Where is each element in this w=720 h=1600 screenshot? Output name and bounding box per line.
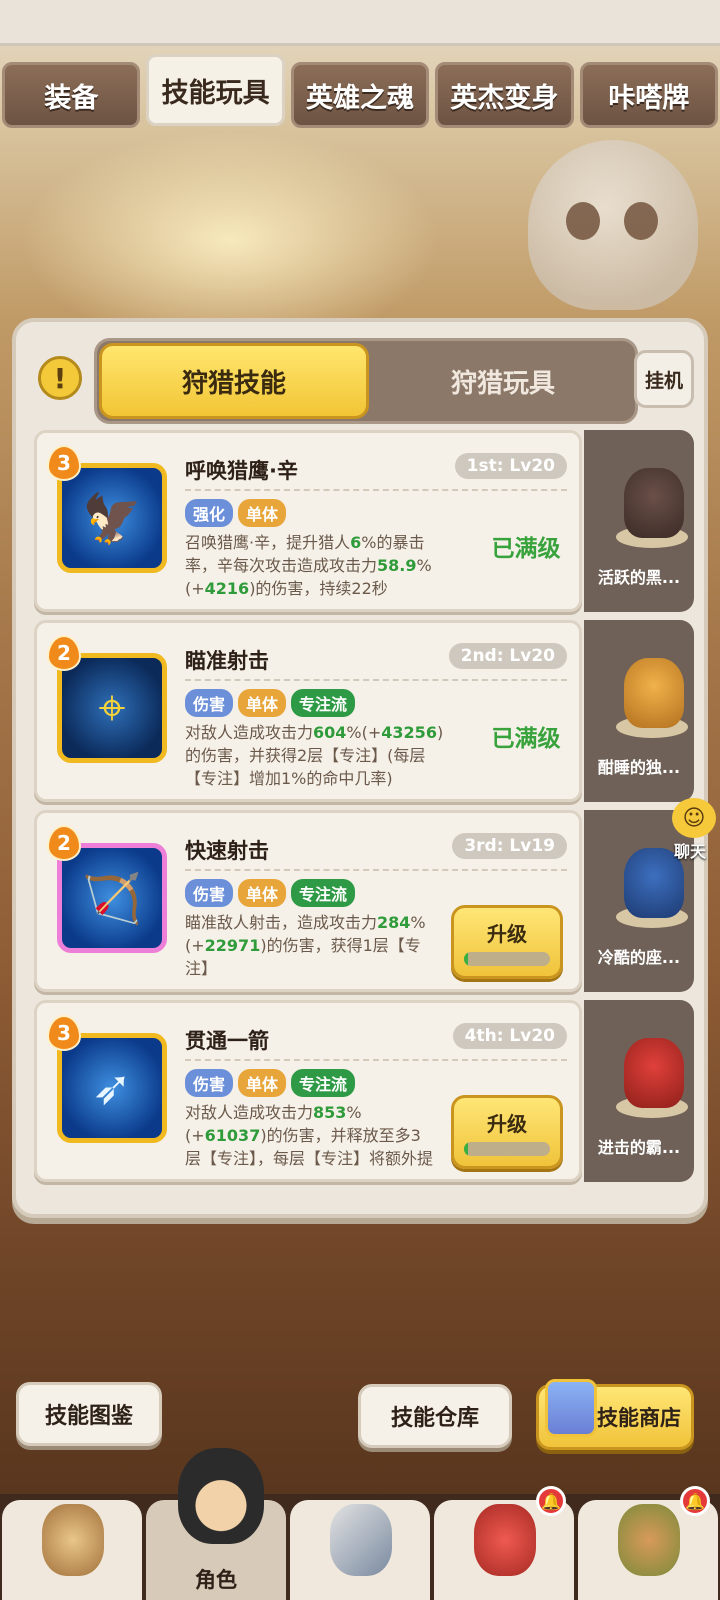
divider <box>185 679 567 681</box>
idle-button[interactable]: 挂机 <box>634 350 694 408</box>
weapon-icon <box>330 1504 392 1576</box>
top-tabs: 装备 技能玩具 英雄之魂 英杰变身 咔嗒牌 <box>2 54 719 132</box>
skill-tag: 伤害 <box>185 879 234 907</box>
falcon-icon: 🦅 <box>57 463 167 573</box>
pet-name: 活跃的黑... <box>597 568 681 587</box>
chat-button[interactable]: ☺ 聊天 <box>660 798 720 862</box>
skill-tag: 伤害 <box>185 1069 234 1097</box>
skill-codex-button[interactable]: 技能图鉴 <box>16 1382 162 1446</box>
nav-item-totem[interactable]: 🔔 <box>578 1486 718 1600</box>
segment-control: 狩猎技能 狩猎玩具 <box>94 338 638 424</box>
skill-shop-button[interactable]: 技能商店 <box>536 1379 694 1450</box>
divider <box>185 869 567 871</box>
skill-row: 3 🦅 呼唤猎鹰·辛 1st: Lv20 强化 单体 召唤猎鹰·辛，提升猎人6%… <box>34 430 694 612</box>
bottom-nav: 角色 🔔 🔔 <box>0 1486 720 1600</box>
skill-description: 对敌人造成攻击力853%(+61037)的伤害，并释放至多3层【专注】，每层【专… <box>185 1103 434 1173</box>
rank-badge: 2 <box>47 825 81 861</box>
rank-badge: 3 <box>47 1015 81 1051</box>
skill-tag: 单体 <box>238 499 287 527</box>
skill-tags: 强化 单体 <box>185 499 287 527</box>
hero-icon <box>178 1448 264 1544</box>
skill-tag: 强化 <box>185 499 234 527</box>
tab-skill-toys[interactable]: 技能玩具 <box>146 54 285 126</box>
nav-item-weapon[interactable] <box>290 1500 430 1600</box>
max-level-status: 已满级 <box>491 536 561 562</box>
max-level-status: 已满级 <box>491 726 561 752</box>
bow-icon: 🏹 <box>57 843 167 953</box>
skill-name: 快速射击 <box>185 839 269 863</box>
nav-label: 角色 <box>195 1568 237 1592</box>
skill-row: 3 ➶ 贯通一箭 4th: Lv20 伤害 单体 专注流 对敌人造成攻击力853… <box>34 1000 694 1182</box>
skill-card[interactable]: 3 🦅 呼唤猎鹰·辛 1st: Lv20 强化 单体 召唤猎鹰·辛，提升猎人6%… <box>34 430 582 612</box>
skill-tag: 单体 <box>238 879 287 907</box>
nav-item-pet[interactable]: 🔔 <box>434 1486 574 1600</box>
background-glow <box>20 130 440 350</box>
skull-decoration <box>528 140 698 310</box>
skill-card[interactable]: 3 ➶ 贯通一箭 4th: Lv20 伤害 单体 专注流 对敌人造成攻击力853… <box>34 1000 582 1182</box>
skill-tag: 伤害 <box>185 689 234 717</box>
tab-equipment[interactable]: 装备 <box>2 62 141 128</box>
segment-hunting-skills[interactable]: 狩猎技能 <box>99 343 369 419</box>
skill-level: 4th: Lv20 <box>452 1023 567 1049</box>
barbarian-icon <box>42 1504 104 1576</box>
skill-row: 2 ⌖ 瞄准射击 2nd: Lv20 伤害 单体 专注流 对敌人造成攻击力604… <box>34 620 694 802</box>
boar-pet-icon <box>624 468 684 538</box>
skill-shop-label: 技能商店 <box>597 1406 681 1430</box>
top-strip <box>0 0 720 46</box>
tab-hero-soul[interactable]: 英雄之魂 <box>290 62 430 128</box>
skill-tags: 伤害 单体 专注流 <box>185 879 356 907</box>
skill-tag: 专注流 <box>291 689 356 717</box>
rank-badge: 3 <box>47 445 81 481</box>
info-icon[interactable]: ! <box>38 356 82 400</box>
divider <box>185 489 567 491</box>
skill-row: 2 🏹 快速射击 3rd: Lv19 伤害 单体 专注流 瞄准敌人射击，造成攻击… <box>34 810 694 992</box>
skill-tag: 专注流 <box>291 1069 356 1097</box>
skills-panel: ! 狩猎技能 狩猎玩具 挂机 3 🦅 呼唤猎鹰·辛 1st: Lv20 强化 单… <box>12 318 708 1218</box>
skill-level: 3rd: Lv19 <box>452 833 567 859</box>
tab-transform[interactable]: 英杰变身 <box>435 62 574 128</box>
notification-bell-icon: 🔔 <box>536 1486 566 1516</box>
segment-hunting-toys[interactable]: 狩猎玩具 <box>371 341 635 421</box>
pet-slot[interactable]: 酣睡的独... <box>584 620 694 802</box>
skill-tag: 单体 <box>238 1069 287 1097</box>
pet-slot[interactable]: 进击的霸... <box>584 1000 694 1182</box>
chat-label: 聊天 <box>673 842 706 861</box>
skill-tag: 专注流 <box>291 879 356 907</box>
skill-name: 瞄准射击 <box>185 649 269 673</box>
pet-name: 冷酷的座... <box>597 948 681 967</box>
chat-bubble-icon: ☺ <box>672 798 716 838</box>
skill-warehouse-button[interactable]: 技能仓库 <box>358 1384 512 1448</box>
notification-bell-icon: 🔔 <box>680 1486 710 1516</box>
dragon-pet-icon <box>474 1504 536 1576</box>
skill-level: 1st: Lv20 <box>454 453 567 479</box>
nav-item-barbarian[interactable] <box>2 1500 142 1600</box>
upgrade-progress <box>464 1142 550 1156</box>
skill-level: 2nd: Lv20 <box>448 643 567 669</box>
upgrade-button[interactable]: 升级 <box>451 1095 563 1169</box>
skill-tags: 伤害 单体 专注流 <box>185 1069 356 1097</box>
skill-description: 瞄准敌人射击，造成攻击力284%(+22971)的伤害，获得1层【专注】 <box>185 913 426 978</box>
tab-cards[interactable]: 咔嗒牌 <box>579 62 719 128</box>
dino-pet-icon <box>624 1038 684 1108</box>
skill-description: 对敌人造成攻击力604%(+43256)的伤害，并获得2层【专注】(每层【专注】… <box>185 723 444 788</box>
pet-name: 进击的霸... <box>597 1138 681 1157</box>
upgrade-button[interactable]: 升级 <box>451 905 563 979</box>
pet-name: 酣睡的独... <box>597 758 681 777</box>
skill-card[interactable]: 2 🏹 快速射击 3rd: Lv19 伤害 单体 专注流 瞄准敌人射击，造成攻击… <box>34 810 582 992</box>
skill-description: 召唤猎鹰·辛，提升猎人6%的暴击率，辛每次攻击造成攻击力58.9%(+4216)… <box>185 533 432 598</box>
crosshair-icon: ⌖ <box>57 653 167 763</box>
skill-name: 贯通一箭 <box>185 1029 269 1053</box>
divider <box>185 1059 567 1061</box>
skill-name: 呼唤猎鹰·辛 <box>185 459 298 483</box>
rank-badge: 2 <box>47 635 81 671</box>
skill-card[interactable]: 2 ⌖ 瞄准射击 2nd: Lv20 伤害 单体 专注流 对敌人造成攻击力604… <box>34 620 582 802</box>
totem-icon <box>618 1504 680 1576</box>
skill-tag: 单体 <box>238 689 287 717</box>
shop-icon <box>545 1379 597 1437</box>
upgrade-progress <box>464 952 550 966</box>
piercing-arrow-icon: ➶ <box>57 1033 167 1143</box>
pet-slot[interactable]: 活跃的黑... <box>584 430 694 612</box>
skill-tags: 伤害 单体 专注流 <box>185 689 356 717</box>
sleeping-pet-icon <box>624 658 684 728</box>
